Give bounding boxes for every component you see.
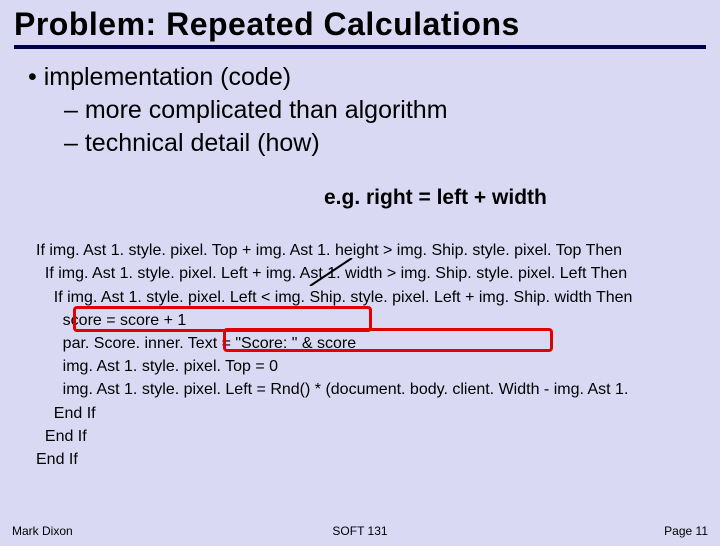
code-line: End If [36, 428, 87, 445]
code-line: If img. Ast 1. style. pixel. Left + img.… [36, 265, 627, 282]
sub-bullet-2: – technical detail (how) [64, 129, 696, 158]
sub-bullet-1: – more complicated than algorithm [64, 96, 696, 125]
code-block: If img. Ast 1. style. pixel. Top + img. … [36, 216, 720, 471]
example-label: e.g. right = left + width [324, 186, 696, 210]
code-line: score = score + 1 [36, 312, 186, 329]
footer-course: SOFT 131 [332, 524, 387, 538]
footer-page: Page 11 [664, 524, 708, 538]
code-line: img. Ast 1. style. pixel. Left = Rnd() *… [36, 381, 628, 398]
code-line: If img. Ast 1. style. pixel. Top + img. … [36, 242, 622, 259]
code-line: img. Ast 1. style. pixel. Top = 0 [36, 358, 278, 375]
code-line: End If [36, 451, 78, 468]
code-line: par. Score. inner. Text = "Score: " & sc… [36, 335, 356, 352]
slide-title: Problem: Repeated Calculations [14, 6, 706, 43]
bullet-implementation: implementation (code) [28, 63, 696, 92]
code-line: End If [36, 405, 96, 422]
code-line: If img. Ast 1. style. pixel. Left < img.… [36, 289, 632, 306]
footer-author: Mark Dixon [12, 524, 73, 538]
